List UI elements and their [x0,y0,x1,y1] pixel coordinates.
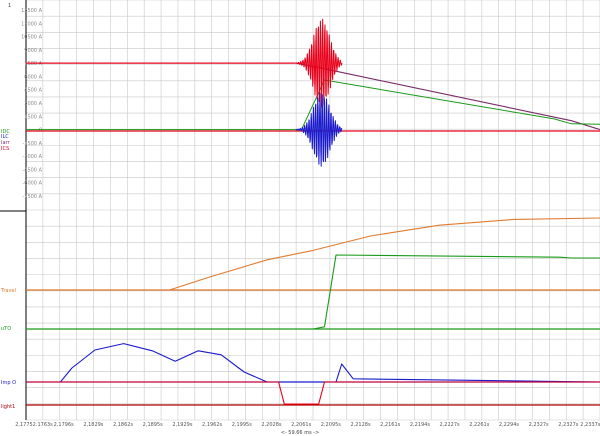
oscilloscope-chart: 1 13500 A 12000 A 10500 A 9000 A 7500 A 6000 … [0,0,600,436]
x-tick-label: 2,2327s [529,422,549,428]
timebase-label: <- 59.66 ms -> [281,430,320,436]
panel-number: 1 [8,3,11,9]
current-axis-ticks: 13500 A 12000 A 10500 A 9000 A 7500 A 6000 A 4… [21,8,43,200]
channel-label: Travel [0,288,16,294]
x-tick-label: 2,1796s [54,422,74,428]
x-tick-label: 2,17752.1763s [15,422,53,428]
x-tick-label: 2,2128s [350,422,370,428]
x-tick-label: 2,2327s [558,422,578,428]
x-tick-label: 2,2337s1350s [580,422,600,428]
current-axis-tick: -7500 A [22,194,42,200]
x-tick-label: 2,1995s [232,422,252,428]
current-axis-tick: 7500 A [24,61,42,67]
current-axis-tick: 6000 A [24,74,42,80]
channel-label: ICS [1,146,9,152]
current-axis-tick: 12000 A [21,21,42,27]
x-tick-label: 2,2294s [499,422,519,428]
x-tick-label: 2,2194s [410,422,430,428]
chart-background [0,0,600,436]
x-tick-label: 2,2227s [440,422,460,428]
x-tick-label: 2,1929s [172,422,192,428]
x-tick-label: 2,2028s [261,422,281,428]
x-tick-label: 2,1895s [143,422,163,428]
channel-label: light1 [1,404,15,410]
current-axis-tick: -1500 A [22,141,42,147]
current-axis-tick: 4500 A [24,88,42,94]
x-tick-label: 2,1962s [202,422,222,428]
x-tick-label: 2,1829s [83,422,103,428]
current-axis-tick: -4500 A [22,167,42,173]
x-axis-ticks: 2,17752.1763s 2,1796s 2,1829s 2,1862s 2,1895… [15,422,600,428]
x-tick-label: 2,2261s [469,422,489,428]
x-tick-label: 2,2161s [380,422,400,428]
current-axis-tick: 10500 A [21,35,42,41]
current-axis-tick: 13500 A [21,8,42,14]
x-tick-label: 2,2061s [291,422,311,428]
current-axis-tick: 3000 A [24,101,42,107]
x-tick-label: 2,1862s [113,422,133,428]
channel-label: uTO [1,326,11,332]
current-axis-tick: -6000 A [22,181,42,187]
channel-label: Imp O [1,380,16,386]
current-axis-tick: -3000 A [22,154,42,160]
current-axis-tick: 9000 A [24,48,42,54]
x-tick-label: 2,2095s [321,422,341,428]
current-axis-tick: 1500 A [24,114,42,120]
